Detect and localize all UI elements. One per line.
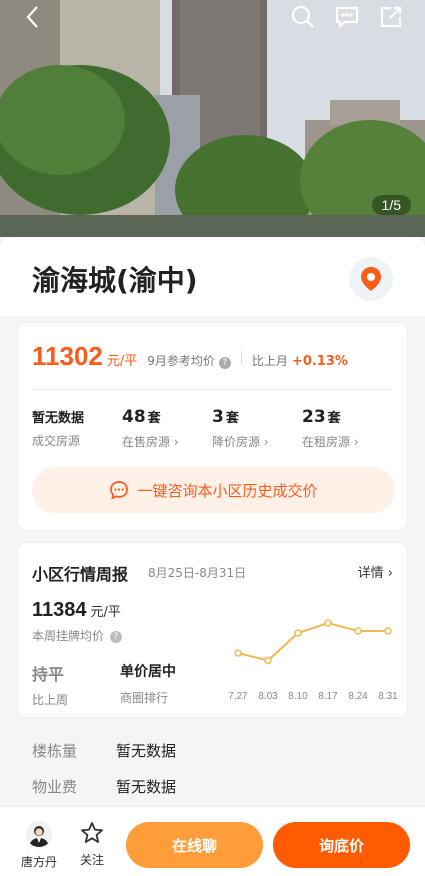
agent-profile[interactable]: 唐方丹 [14, 821, 64, 870]
image-counter: 1/5 [371, 195, 411, 215]
detail-label: 详情 [357, 566, 384, 581]
weekly-report-card: 小区行情周报 8月25日-8月31日 详情 › 11384 元/平 本周挂牌均价?… [17, 542, 408, 718]
hero-photo[interactable]: 1/5 [0, 0, 425, 237]
weekly-title: 小区行情周报 [32, 565, 129, 584]
rank-label: 商圈排行 [120, 691, 169, 705]
info-key: 楼栋量 [32, 742, 78, 760]
stat-label: 成交房源 [32, 434, 81, 448]
stat-unit: 套 [147, 411, 161, 426]
divider [32, 389, 393, 390]
weekly-date-range: 8月25日-8月31日 [148, 566, 247, 580]
weekly-price-chart: 7.27 8.03 8.10 8.17 8.24 8.31 [228, 619, 398, 702]
back-icon [26, 6, 38, 28]
x-tick-label: 8.03 [258, 691, 278, 702]
data-point [354, 627, 362, 635]
info-row-buildings: 楼栋量 暂无数据 [32, 740, 176, 761]
share-button[interactable] [376, 2, 406, 32]
rank-value: 单价居中 [120, 664, 176, 680]
x-tick-label: 8.10 [288, 691, 308, 702]
mom-label: 比上月 [251, 354, 288, 368]
chevron-right-icon: › [263, 435, 269, 449]
series-line [237, 621, 388, 662]
info-value: 暂无数据 [116, 742, 177, 760]
follow-label: 关注 [79, 853, 104, 867]
search-button[interactable] [288, 2, 318, 32]
data-point [384, 627, 392, 635]
stat-label: 在租房源 [302, 435, 351, 449]
message-button[interactable] [332, 2, 362, 32]
share-icon [380, 6, 402, 28]
chevron-right-icon: › [173, 435, 179, 449]
follow-button[interactable]: 关注 [72, 821, 112, 868]
map-button[interactable] [349, 257, 393, 301]
stat-value: 3 [212, 407, 224, 427]
weekly-price: 11384 元/平 [32, 599, 121, 622]
online-chat-button[interactable]: 在线聊 [126, 822, 263, 868]
trend-value: 持平 [32, 665, 65, 684]
price-unit: 元/平 [106, 354, 138, 369]
weekly-sub-label: 本周挂牌均价 [32, 629, 105, 643]
question-icon[interactable]: ? [110, 630, 123, 643]
ask-lowest-price-button[interactable]: 询底价 [273, 822, 410, 868]
price-card: 11302 元/平 9月参考均价 ? 比上月 +0.13% 暂无数据 成交房源 … [17, 322, 408, 531]
stat-unit: 套 [225, 411, 239, 426]
data-point [264, 656, 272, 665]
weekly-rank: 单价居中 商圈排行 [120, 661, 176, 706]
data-point [294, 629, 302, 637]
bottom-action-bar: 唐方丹 关注 在线聊 询底价 [0, 806, 425, 876]
weekly-detail-link[interactable]: 详情 › [358, 562, 393, 581]
chevron-right-icon: › [353, 435, 359, 449]
stat-value: 暂无数据 [32, 411, 85, 426]
price-ref-label: 9月参考均价 [147, 354, 215, 368]
star-icon [81, 822, 103, 843]
weekly-trend: 持平 比上周 [32, 661, 68, 708]
reference-price: 11302 [32, 341, 103, 371]
chat-bubble-icon [110, 481, 129, 500]
search-icon [291, 5, 314, 28]
back-button[interactable] [18, 2, 48, 32]
avatar-image [26, 821, 52, 847]
building-photo [0, 0, 425, 237]
chevron-right-icon: › [387, 566, 393, 581]
consult-history-price-button[interactable]: 一键咨询本小区历史成交价 [32, 467, 395, 513]
x-tick-label: 8.31 [378, 691, 398, 702]
price-row: 11302 元/平 9月参考均价 ? 比上月 +0.13% [32, 341, 348, 372]
info-key: 物业费 [32, 778, 78, 796]
x-tick-label: 7.27 [228, 691, 248, 702]
avatar [26, 821, 52, 847]
stat-for-sale[interactable]: 48 套 在售房源 › [122, 407, 212, 450]
community-title: 渝海城(渝中) [32, 264, 198, 297]
data-point [234, 649, 242, 657]
listing-stats: 暂无数据 成交房源 48 套 在售房源 › 3套 降价房源 › 23 套 在租房源 … [32, 407, 392, 450]
mom-value: +0.13% [291, 354, 348, 369]
divider [240, 351, 242, 365]
weekly-price-unit: 元/平 [90, 605, 121, 620]
message-icon [335, 6, 359, 29]
info-value: 暂无数据 [116, 778, 177, 796]
trend-label: 比上周 [32, 693, 69, 707]
x-tick-label: 8.17 [318, 691, 338, 702]
stat-price-cut[interactable]: 3套 降价房源 › [212, 407, 302, 450]
weekly-sub: 本周挂牌均价? [32, 627, 123, 644]
stat-unit: 套 [327, 411, 341, 426]
stat-deals: 暂无数据 成交房源 [32, 407, 122, 450]
stat-value: 48 [122, 407, 146, 427]
map-pin-icon [361, 267, 381, 291]
consult-label: 一键咨询本小区历史成交价 [137, 481, 318, 500]
stat-label: 降价房源 [212, 435, 261, 449]
stat-label: 在售房源 [122, 435, 171, 449]
stat-value: 23 [302, 407, 326, 427]
title-section: 渝海城(渝中) [0, 237, 425, 317]
info-row-property-fee: 物业费 暂无数据 [32, 776, 176, 797]
info-section: 楼栋量 暂无数据 物业费 暂无数据 [0, 724, 425, 806]
weekly-price-value: 11384 [32, 599, 87, 621]
agent-name: 唐方丹 [20, 855, 57, 869]
stat-for-rent[interactable]: 23 套 在租房源 › [302, 407, 392, 450]
x-tick-label: 8.24 [348, 691, 368, 702]
data-point [324, 619, 332, 627]
question-icon[interactable]: ? [218, 357, 231, 369]
